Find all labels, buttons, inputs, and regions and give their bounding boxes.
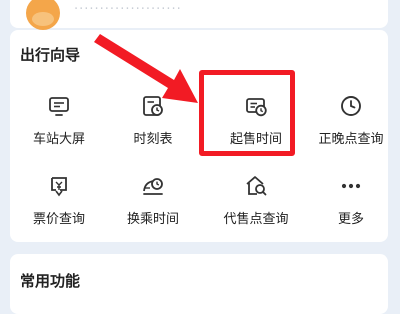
section-title: 常用功能 — [20, 272, 81, 290]
common-functions-card: 常用功能 — [10, 254, 388, 314]
